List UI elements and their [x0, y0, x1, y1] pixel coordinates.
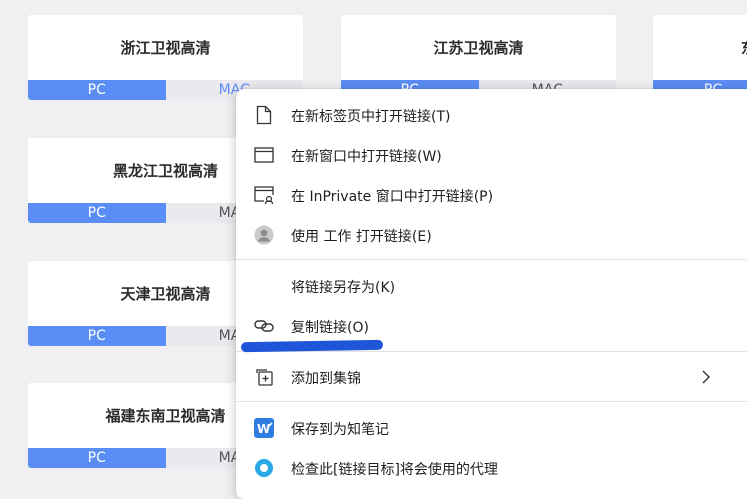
menu-item-label: 在新窗口中打开链接(W) [291, 149, 442, 165]
svg-text:W: W [257, 422, 270, 436]
menu-separator [236, 259, 747, 260]
menu-item-save-link-as[interactable]: 将链接另存为(K) [236, 266, 747, 306]
channel-card-zhejiang: 浙江卫视高清 PC MAC [28, 15, 303, 100]
menu-item-label: 复制链接(O) [291, 320, 369, 336]
menu-item-label: 添加到集锦 [291, 371, 361, 387]
menu-item-label: 检查此[链接目标]将会使用的代理 [291, 462, 498, 478]
menu-item-add-to-collections[interactable]: 添加到集锦 [236, 357, 747, 397]
menu-item-save-to-wiznote[interactable]: W 保存到为知笔记 [236, 408, 747, 448]
new-window-icon [254, 145, 274, 165]
pc-button[interactable]: PC [28, 80, 166, 100]
menu-separator [236, 351, 747, 352]
menu-item-check-proxy[interactable]: 检查此[链接目标]将会使用的代理 [236, 448, 747, 488]
pc-button[interactable]: PC [28, 448, 166, 468]
menu-item-label: 将链接另存为(K) [291, 280, 396, 296]
menu-item-open-with-profile[interactable]: 使用 工作 打开链接(E) [236, 215, 747, 255]
menu-item-label: 在 InPrivate 窗口中打开链接(P) [291, 189, 494, 205]
menu-item-open-new-window[interactable]: 在新窗口中打开链接(W) [236, 135, 747, 175]
channel-title: 东 [653, 15, 747, 80]
link-icon [254, 316, 274, 336]
channel-title: 浙江卫视高清 [120, 39, 211, 57]
pc-button[interactable]: PC [28, 203, 166, 223]
menu-separator [236, 401, 747, 402]
context-menu: 在新标签页中打开链接(T) 在新窗口中打开链接(W) 在 InPrivate 窗… [236, 89, 747, 499]
menu-item-label: 在新标签页中打开链接(T) [291, 109, 451, 125]
new-tab-icon [254, 105, 274, 125]
channel-card-partial: 东 PC [653, 15, 747, 100]
menu-item-open-inprivate[interactable]: 在 InPrivate 窗口中打开链接(P) [236, 175, 747, 215]
collections-add-icon [254, 367, 274, 387]
chevron-right-icon [698, 367, 714, 387]
profile-avatar-icon [254, 225, 274, 245]
inprivate-window-icon [254, 185, 274, 205]
wiz-note-icon: W [254, 418, 274, 438]
menu-item-label: 保存到为知笔记 [291, 422, 389, 438]
channel-card-jiangsu: 江苏卫视高清 PC MAC [341, 15, 616, 100]
channel-title: 江苏卫视高清 [433, 39, 524, 57]
menu-item-label: 使用 工作 打开链接(E) [291, 229, 432, 245]
pc-button[interactable]: PC [28, 326, 166, 346]
menu-item-open-new-tab[interactable]: 在新标签页中打开链接(T) [236, 95, 747, 135]
proxy-check-icon [254, 458, 274, 478]
